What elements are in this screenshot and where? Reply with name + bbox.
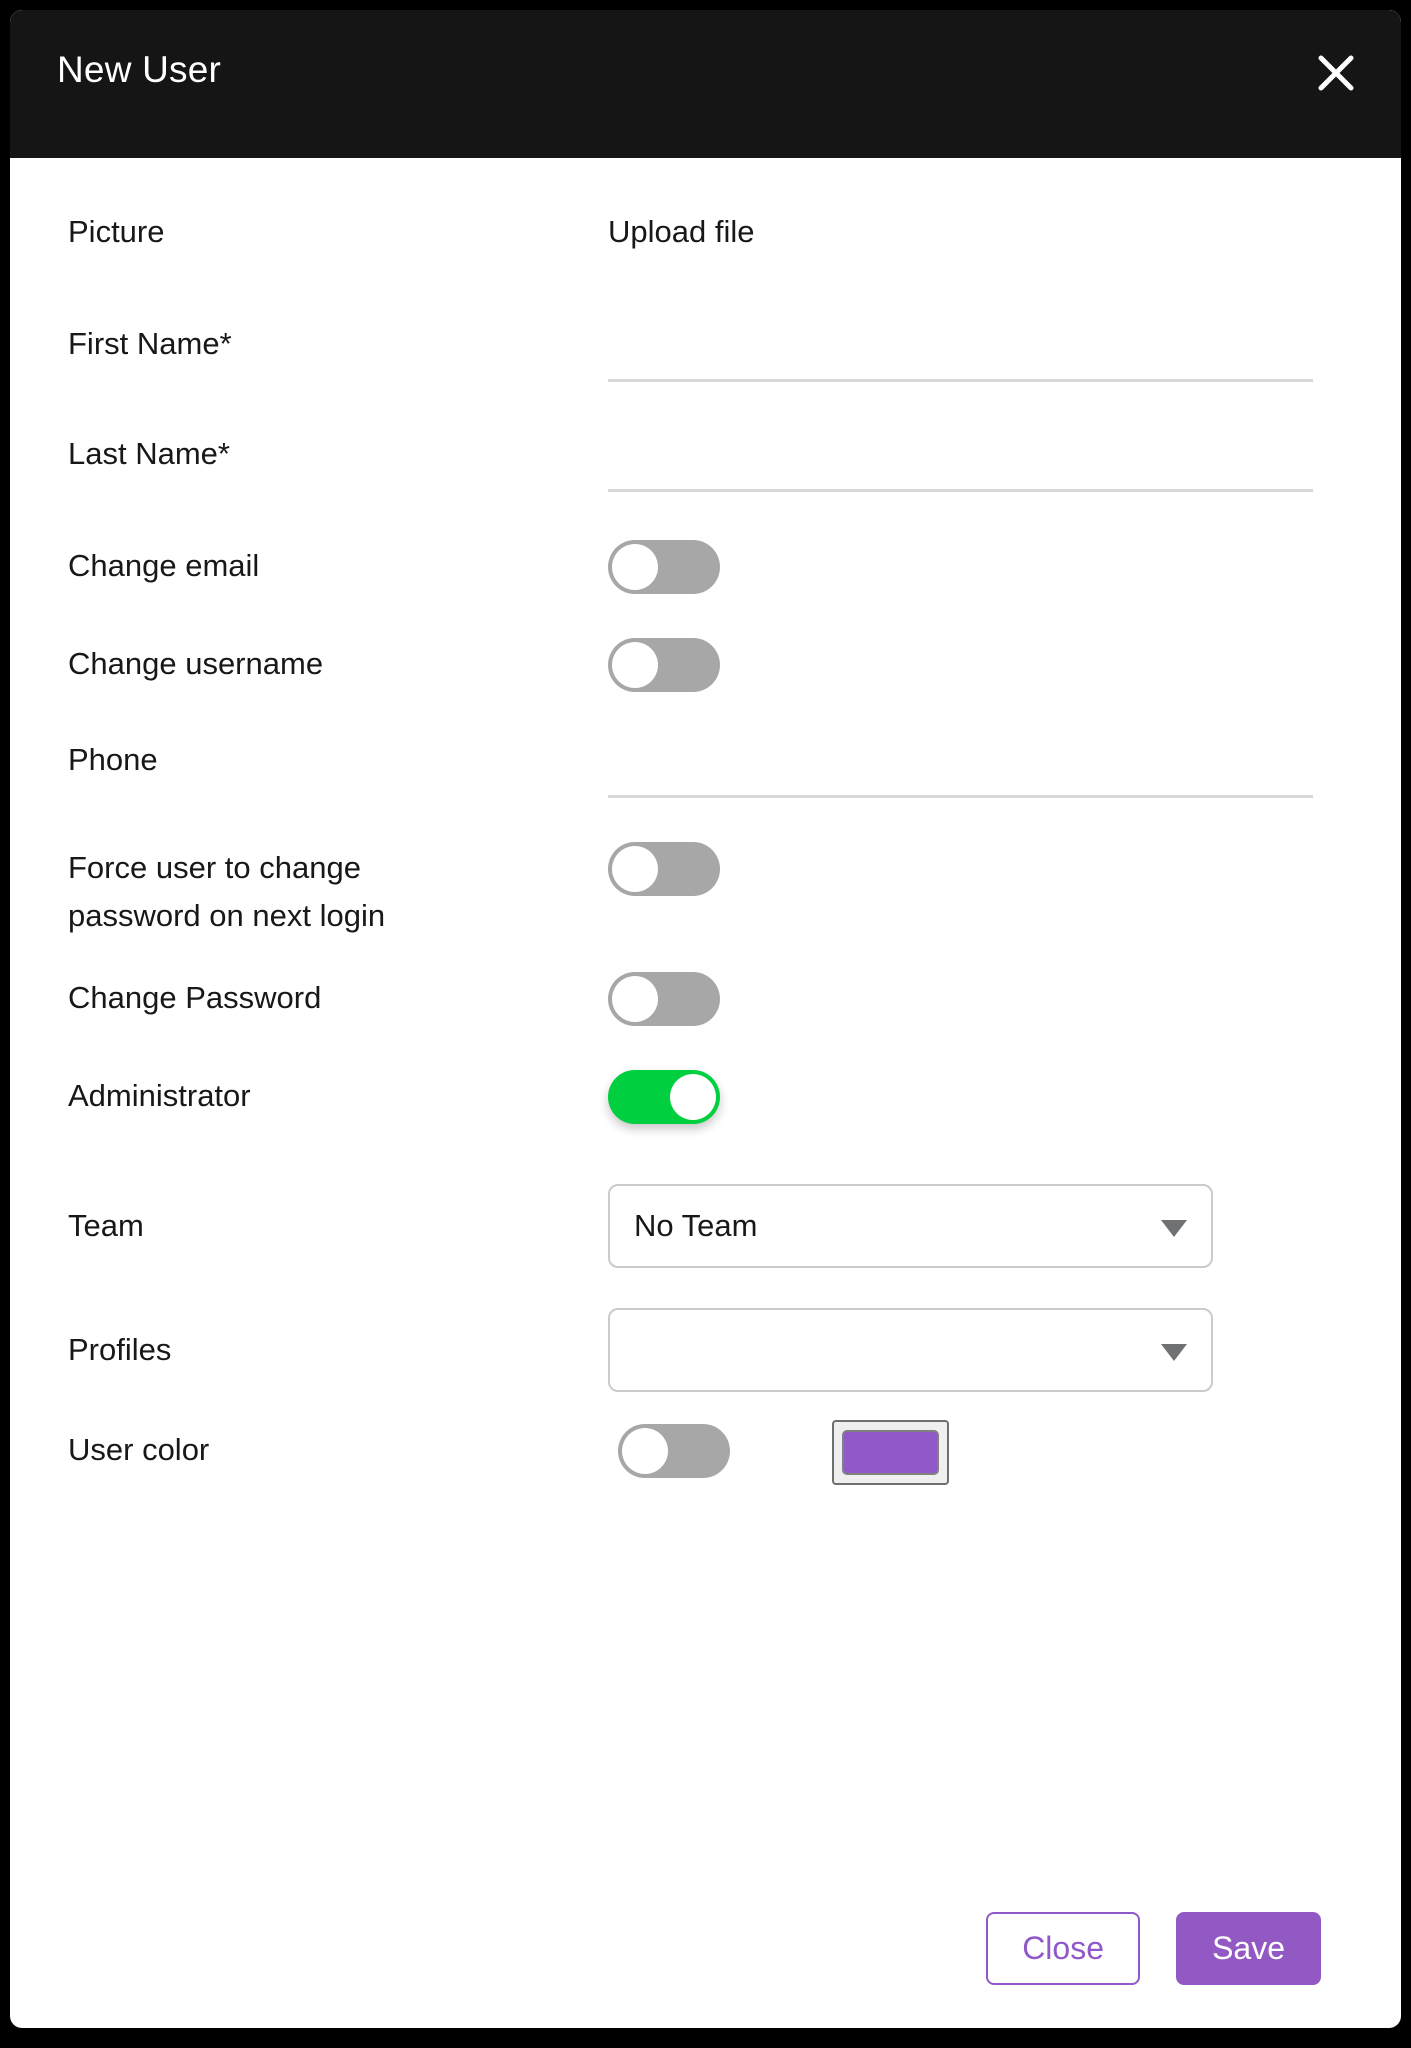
toggle-knob	[612, 846, 658, 892]
dialog-header: New User	[10, 10, 1401, 158]
dialog-footer: Close Save	[10, 1880, 1401, 2028]
dialog-body: Picture Upload file First Name* Last Nam…	[10, 158, 1401, 2028]
profiles-select[interactable]	[608, 1308, 1213, 1392]
label-change-password: Change Password	[68, 980, 322, 1015]
toggle-knob	[670, 1074, 716, 1120]
change-username-toggle[interactable]	[608, 638, 720, 692]
phone-input[interactable]	[608, 754, 1313, 798]
save-button[interactable]: Save	[1176, 1912, 1321, 1985]
toggle-knob	[612, 544, 658, 590]
toggle-knob	[612, 976, 658, 1022]
label-picture: Picture	[68, 214, 165, 249]
color-swatch	[842, 1430, 939, 1475]
label-force-password-change: Force user to change password on next lo…	[68, 850, 386, 933]
last-name-input[interactable]	[608, 448, 1313, 492]
chevron-down-icon	[1161, 1220, 1187, 1237]
force-password-change-toggle[interactable]	[608, 842, 720, 896]
label-profiles: Profiles	[68, 1332, 172, 1367]
user-color-picker[interactable]	[832, 1420, 949, 1485]
change-password-toggle[interactable]	[608, 972, 720, 1026]
toggle-knob	[622, 1428, 668, 1474]
label-last-name: Last Name*	[68, 436, 230, 471]
user-color-toggle[interactable]	[618, 1424, 730, 1478]
label-phone: Phone	[68, 742, 158, 777]
close-button[interactable]: Close	[986, 1912, 1140, 1985]
first-name-input[interactable]	[608, 338, 1313, 382]
label-change-username: Change username	[68, 646, 324, 681]
team-select[interactable]: No Team	[608, 1184, 1213, 1268]
label-first-name: First Name*	[68, 326, 232, 361]
change-email-toggle[interactable]	[608, 540, 720, 594]
close-icon[interactable]	[1309, 46, 1363, 100]
label-change-email: Change email	[68, 548, 260, 583]
dialog-title: New User	[57, 49, 222, 90]
label-administrator: Administrator	[68, 1078, 251, 1113]
team-select-value: No Team	[634, 1208, 758, 1243]
upload-file-link[interactable]: Upload file	[608, 208, 754, 256]
label-team: Team	[68, 1208, 144, 1243]
new-user-dialog: New User Picture Upload file First Name*…	[10, 10, 1401, 2028]
administrator-toggle[interactable]	[608, 1070, 720, 1124]
toggle-knob	[612, 642, 658, 688]
chevron-down-icon	[1161, 1344, 1187, 1361]
label-user-color: User color	[68, 1432, 210, 1467]
